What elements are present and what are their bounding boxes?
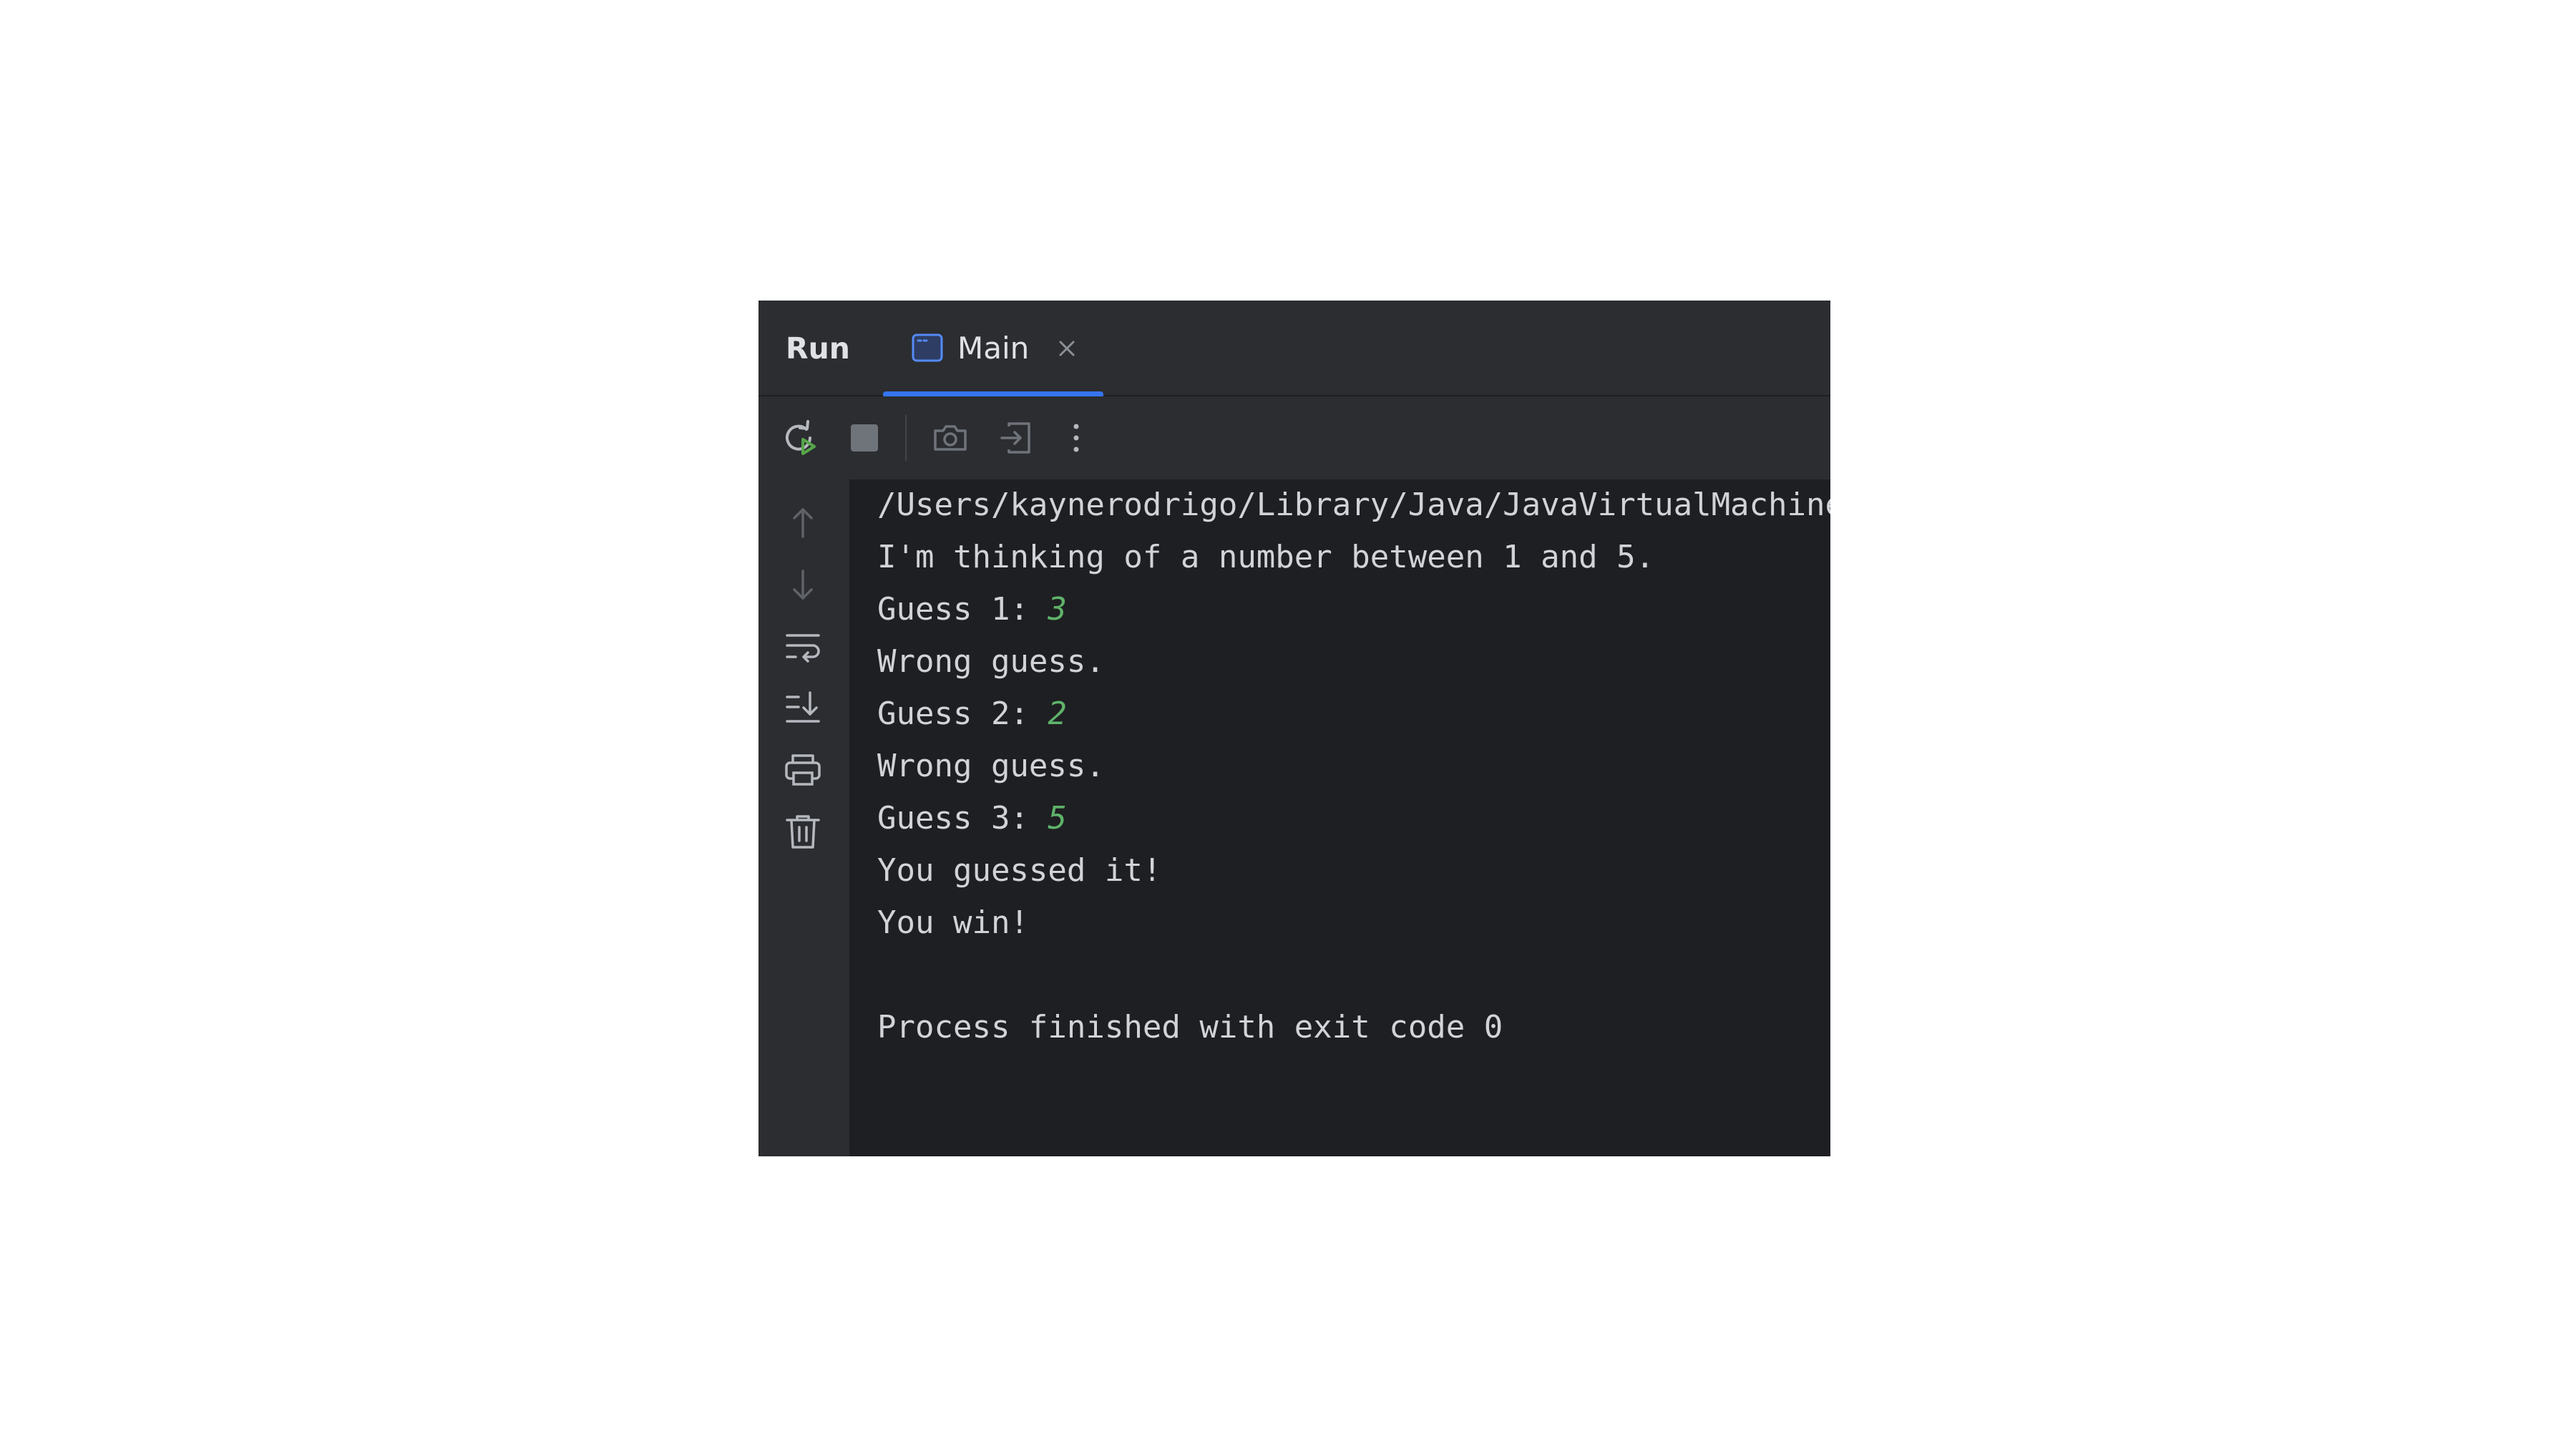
console-line-guess-2: Guess 2: 2	[877, 694, 1067, 734]
tool-window-title: Run	[786, 331, 850, 366]
stop-icon	[851, 424, 878, 452]
console-output[interactable]: /Users/kaynerodrigo/Library/Java/JavaVir…	[849, 479, 1830, 1156]
vertical-ellipsis-icon	[1073, 424, 1079, 452]
scroll-up-button[interactable]	[780, 499, 826, 545]
rerun-icon	[786, 420, 816, 455]
clear-all-button[interactable]	[780, 809, 826, 854]
console-line-java-path: /Users/kaynerodrigo/Library/Java/JavaVir…	[877, 487, 1830, 523]
exit-button[interactable]	[995, 416, 1038, 459]
stop-button[interactable]	[843, 416, 886, 459]
user-input: 5	[1048, 800, 1067, 836]
rerun-button[interactable]	[779, 416, 821, 459]
tool-window-header: Run Main	[758, 301, 1830, 398]
console-line-result: You guessed it!	[877, 852, 1162, 889]
tab-label: Main	[957, 331, 1030, 366]
arrow-up-icon	[793, 508, 813, 538]
application-window-icon	[912, 333, 943, 362]
user-input: 3	[1048, 591, 1067, 628]
console-line-result: Wrong guess.	[877, 643, 1105, 680]
guess-prompt: Guess 1:	[877, 591, 1048, 628]
guess-prompt: Guess 3:	[877, 800, 1048, 836]
user-input: 2	[1048, 696, 1067, 732]
console-line-exit-status: Process finished with exit code 0	[877, 1009, 1503, 1045]
close-icon[interactable]	[1055, 336, 1079, 361]
print-button[interactable]	[780, 747, 826, 793]
console-line-guess-3: Guess 3: 5	[877, 799, 1067, 839]
soft-wrap-icon	[786, 634, 820, 663]
sign-in-icon	[1000, 422, 1030, 454]
scroll-to-end-icon	[786, 691, 820, 723]
scroll-down-button[interactable]	[780, 562, 826, 608]
more-options-button[interactable]	[1055, 416, 1098, 459]
console-side-toolbar	[758, 479, 849, 1156]
trash-icon	[786, 815, 820, 849]
screenshot-button[interactable]	[929, 416, 972, 459]
console-line-intro: I'm thinking of a number between 1 and 5…	[877, 539, 1655, 575]
console-line-win: You win!	[877, 904, 1029, 941]
arrow-down-icon	[793, 570, 813, 600]
printer-icon	[785, 754, 821, 786]
camera-icon	[934, 425, 967, 451]
guess-prompt: Guess 2:	[877, 696, 1048, 732]
console-line-result: Wrong guess.	[877, 748, 1105, 784]
run-tool-window: Run Main /Users/kaynerodrigo/Library/Jav…	[758, 301, 1830, 1156]
run-toolbar	[758, 396, 1830, 479]
tab-main[interactable]: Main	[883, 301, 1103, 398]
scroll-to-end-button[interactable]	[780, 686, 826, 731]
soft-wrap-button[interactable]	[780, 624, 826, 670]
console-line-guess-1: Guess 1: 3	[877, 590, 1067, 630]
toolbar-separator	[905, 415, 907, 461]
